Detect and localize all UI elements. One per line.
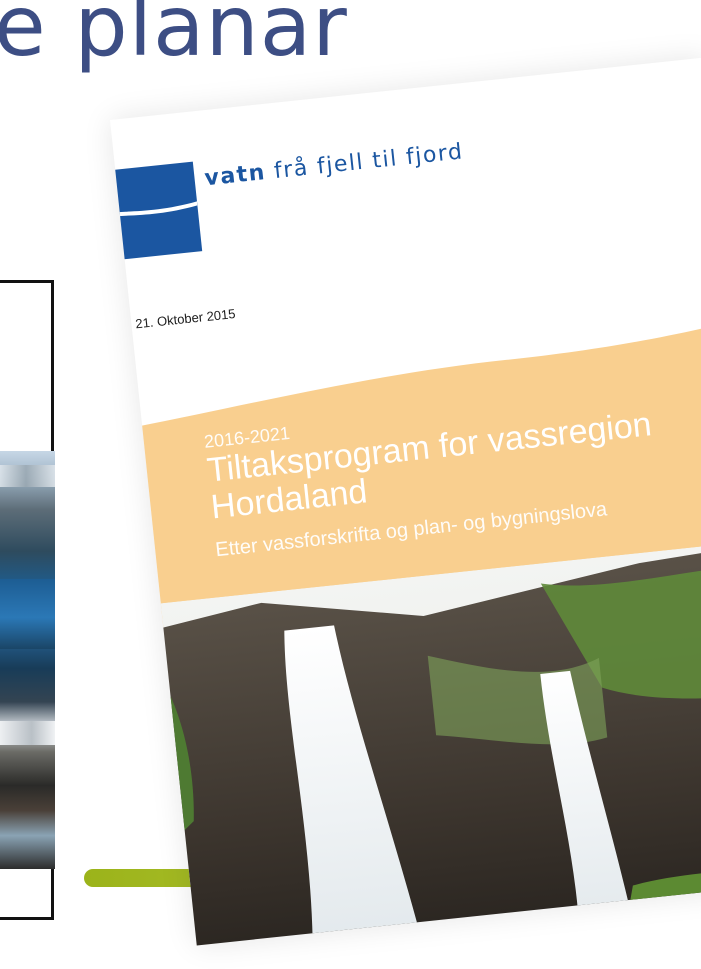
snow-patch — [0, 721, 55, 745]
fjord-landscape-photo — [0, 451, 55, 869]
logo-wordmark: vatn frå fjell til fjord — [203, 139, 464, 191]
logo-bold-text: vatn — [203, 160, 268, 192]
snow-ridge — [0, 465, 55, 487]
logo-tagline: frå fjell til fjord — [264, 139, 465, 185]
report-cover: vatn frå fjell til fjord 21. Oktober 201… — [110, 57, 701, 946]
slide: e planar vatn frå fjell til fjord 21. Ok… — [0, 0, 701, 969]
slide-title: e planar — [0, 0, 348, 75]
logo-wave-icon — [110, 161, 203, 264]
cover-date: 21. Oktober 2015 — [134, 305, 237, 332]
fjord-lake — [0, 579, 55, 649]
left-document-frame — [0, 280, 55, 920]
